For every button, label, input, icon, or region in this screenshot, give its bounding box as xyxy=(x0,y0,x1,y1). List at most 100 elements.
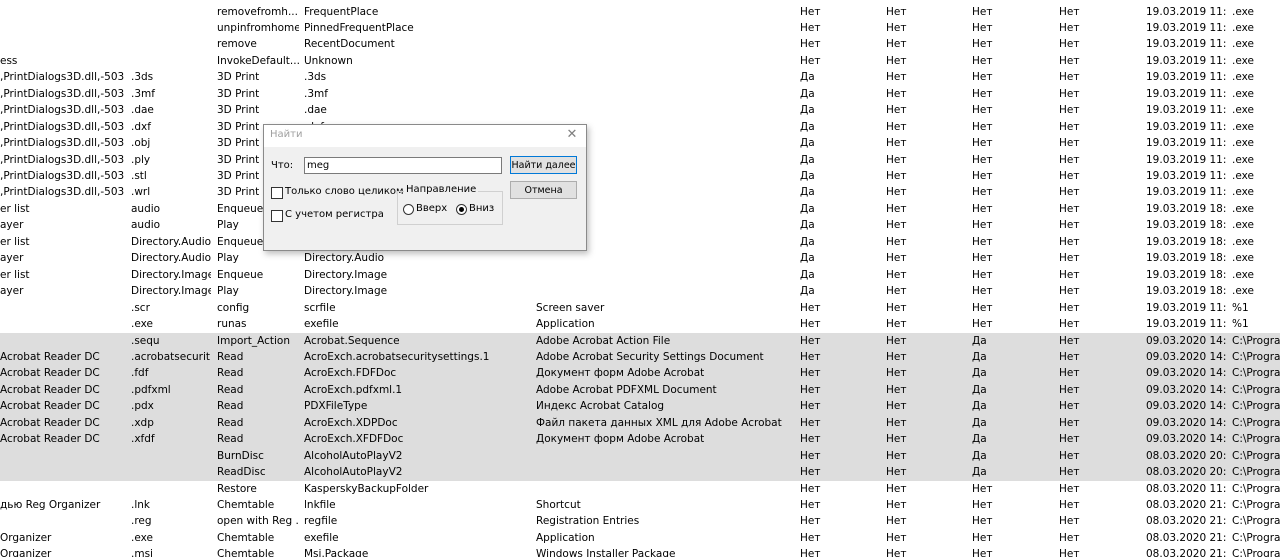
table-row[interactable]: er list audio Enqueue Да Нет Нет Нет 19.03.2019… xyxy=(0,201,1280,218)
table-row[interactable]: ,PrintDialogs3D.dll,-5039 .3ds 3D Print .3d… xyxy=(0,69,1280,86)
table-cell: .pdfxml xyxy=(131,383,171,396)
table-cell xyxy=(131,448,211,465)
table-cell: C:\Program xyxy=(1232,515,1280,528)
table-row[interactable]: Acrobat Reader DC .pdx Read PDXFileType Инде… xyxy=(0,398,1280,415)
table-row[interactable]: remove RecentDocument Нет Нет Нет Нет 19.03.20… xyxy=(0,36,1280,53)
table-cell: Нет xyxy=(886,71,907,84)
table-row[interactable]: er list Directory.Image Enqueue Directory.I… xyxy=(0,267,1280,284)
table-row[interactable]: ,PrintDialogs3D.dll,-5039.dxf3D Print.dx… xyxy=(0,119,1280,136)
table-cell: Да xyxy=(800,186,815,199)
table-row[interactable]: Restore KasperskyBackupFolder Нет Нет Нет Нет… xyxy=(0,481,1280,498)
table-cell: Нет xyxy=(972,186,993,199)
table-cell: Нет xyxy=(886,186,907,199)
table-cell: Read xyxy=(217,383,244,396)
table-cell xyxy=(536,20,792,37)
table-cell xyxy=(0,316,124,333)
table-cell: Organizer xyxy=(0,548,52,557)
table-row[interactable]: BurnDisc AlcoholAutoPlayV2 Нет Нет Да Нет 08.0… xyxy=(0,447,1280,465)
table-cell: C:\Program xyxy=(1232,449,1280,462)
table-cell: Acrobat Reader DC xyxy=(0,383,100,396)
table-row[interactable]: ,PrintDialogs3D.dll,-5039.obj3D Print.ob… xyxy=(0,135,1280,152)
table-row[interactable]: removefromh... FrequentPlace Нет Нет Нет Нет 1… xyxy=(0,4,1280,21)
table-row[interactable]: ess InvokeDefault... Unknown Нет Нет Нет Нет 19… xyxy=(0,53,1280,70)
table-row[interactable]: ayer Directory.Audio Play Directory.Audio Да… xyxy=(0,250,1280,267)
table-cell: Application xyxy=(536,531,595,544)
table-row[interactable]: unpinfromhome PinnedFrequentPlace Нет Нет Не… xyxy=(0,20,1280,37)
table-cell: ,PrintDialogs3D.dll,-5039 xyxy=(0,120,124,133)
table-cell: C:\Program xyxy=(1232,383,1280,396)
table-cell xyxy=(536,69,792,86)
table-cell: .exe xyxy=(131,531,153,544)
table-row[interactable]: дью Reg Organizer .lnk Chemtable lnkfile Sho… xyxy=(0,497,1280,514)
table-cell: Нет xyxy=(886,482,907,495)
table-cell: Нет xyxy=(886,137,907,150)
table-row[interactable]: Organizer .exe Chemtable exefile Application… xyxy=(0,530,1280,547)
table-row[interactable]: ayeraudioPlayДаНетНетНет19.03.2019 18:3.… xyxy=(0,217,1280,234)
table-cell: Play xyxy=(217,252,239,265)
table-row[interactable]: .reg open with Reg ... regfile Registration… xyxy=(0,513,1280,530)
table-cell: Нет xyxy=(1059,153,1080,166)
table-cell xyxy=(536,4,792,21)
table-cell: FrequentPlace xyxy=(304,5,379,18)
table-cell: .dae xyxy=(131,104,154,117)
table-cell: 09.03.2020 14:1... xyxy=(1146,350,1226,363)
table-row[interactable]: ayer Directory.Image Play Directory.Image Да… xyxy=(0,283,1280,300)
table-cell: Нет xyxy=(886,252,907,265)
table-cell: Нет xyxy=(1059,235,1080,248)
table-cell: Enqueue xyxy=(217,268,264,281)
registry-list[interactable]: removefromh... FrequentPlace Нет Нет Нет Нет 1… xyxy=(0,0,1280,557)
table-row[interactable]: er list Directory.Audio Enqueue Да Нет Нет Нет… xyxy=(0,234,1280,251)
table-cell: Read xyxy=(217,350,244,363)
table-cell: .exe xyxy=(1232,268,1254,281)
table-row[interactable]: Acrobat Reader DC .acrobatsecurit... Read A… xyxy=(0,348,1280,366)
table-cell: Нет xyxy=(972,548,993,557)
table-cell: .ply xyxy=(131,153,151,166)
match-case-checkbox[interactable] xyxy=(271,210,283,222)
table-cell: 19.03.2019 18:3... xyxy=(1146,285,1226,298)
table-row[interactable]: ,PrintDialogs3D.dll,-5039.wrl3D Print.wr… xyxy=(0,184,1280,201)
table-cell: AcroExch.acrobatsecuritysettings.1 xyxy=(304,350,490,363)
direction-up-radio[interactable] xyxy=(403,204,414,215)
table-cell: Нет xyxy=(1059,400,1080,413)
direction-down-radio[interactable] xyxy=(456,204,467,215)
table-cell xyxy=(536,448,792,465)
what-label: Что: xyxy=(271,160,294,171)
close-icon[interactable]: ✕ xyxy=(564,127,580,143)
table-cell: ess xyxy=(0,54,18,67)
table-row[interactable]: Acrobat Reader DC .fdf Read AcroExch.FDFDoc… xyxy=(0,365,1280,382)
table-row[interactable]: ,PrintDialogs3D.dll,-5039 .dae 3D Print .da… xyxy=(0,102,1280,119)
table-row[interactable]: .exe runas exefile Application Нет Нет Нет Нет 1… xyxy=(0,316,1280,333)
table-cell: Нет xyxy=(800,334,821,347)
table-cell: .exe xyxy=(1232,252,1254,265)
table-cell: Нет xyxy=(1059,104,1080,117)
table-cell: ,PrintDialogs3D.dll,-5039 xyxy=(0,137,124,150)
table-cell: .exe xyxy=(1232,21,1254,34)
cancel-button[interactable]: Отмена xyxy=(510,181,577,199)
table-cell: Directory.Image xyxy=(131,285,211,298)
table-row[interactable]: ,PrintDialogs3D.dll,-5039 .3mf 3D Print .3m… xyxy=(0,86,1280,103)
table-row[interactable]: Acrobat Reader DC .xdp Read AcroExch.XDPDoc… xyxy=(0,414,1280,432)
table-cell: Screen saver xyxy=(536,301,605,314)
table-cell: ,PrintDialogs3D.dll,-5039 xyxy=(0,170,124,182)
table-row[interactable]: ReadDisc AlcoholAutoPlayV2 Нет Нет Да Нет 08.0… xyxy=(0,464,1280,481)
find-next-button[interactable]: Найти далее xyxy=(510,156,577,174)
table-row[interactable]: Acrobat Reader DC .pdfxml Read AcroExch.pdf… xyxy=(0,381,1280,399)
table-cell: Read xyxy=(217,400,244,413)
dialog-titlebar[interactable]: Найти ✕ xyxy=(264,125,586,147)
search-input[interactable] xyxy=(304,157,502,174)
whole-word-checkbox[interactable] xyxy=(271,187,283,199)
table-cell: 08.03.2020 21:2... xyxy=(1146,515,1226,528)
table-row[interactable]: .scr config scrfile Screen saver Нет Нет Нет Не… xyxy=(0,300,1280,317)
table-cell: Да xyxy=(972,466,987,479)
table-row[interactable]: Organizer .msi Chemtable Msi.Package Windows… xyxy=(0,546,1280,557)
table-row[interactable]: ,PrintDialogs3D.dll,-5039.stl3D Print.st… xyxy=(0,168,1280,185)
table-cell: .exe xyxy=(1232,170,1254,182)
table-row[interactable]: .sequ Import_Action Acrobat.Sequence Adobe … xyxy=(0,332,1280,349)
table-cell: Нет xyxy=(886,285,907,298)
table-cell: Registration Entries xyxy=(536,515,640,528)
table-cell: ayer xyxy=(0,285,24,298)
table-cell: 08.03.2020 20:4... xyxy=(1146,449,1226,462)
table-row[interactable]: Acrobat Reader DC .xfdf Read AcroExch.XFDFD… xyxy=(0,431,1280,448)
table-row[interactable]: ,PrintDialogs3D.dll,-5039.ply3D Print.pl… xyxy=(0,152,1280,169)
table-cell xyxy=(536,283,792,300)
